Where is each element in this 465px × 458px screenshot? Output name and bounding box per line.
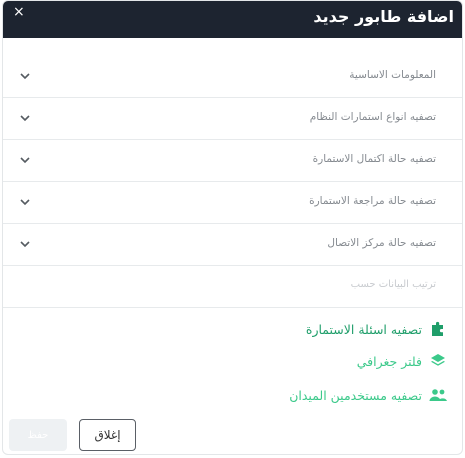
close-icon[interactable]: × <box>13 4 25 20</box>
field-users-filter-link[interactable]: تصفيه مستخدمين الميدان <box>289 384 448 406</box>
accordion-label: المعلومات الاساسية <box>349 69 436 81</box>
accordion-basic-info[interactable]: المعلومات الاساسية <box>3 56 462 98</box>
chevron-down-icon[interactable] <box>17 236 33 252</box>
link-label: فلتر جغرافي <box>356 353 422 369</box>
layers-icon <box>428 352 448 370</box>
close-button[interactable]: إغلاق <box>79 419 136 451</box>
chevron-down-icon[interactable] <box>17 68 33 84</box>
geo-filter-link[interactable]: فلتر جغرافي <box>357 350 448 372</box>
accordion-label: تصفيه حالة مركز الاتصال <box>327 237 436 249</box>
puzzle-icon <box>428 320 448 338</box>
chevron-down-icon[interactable] <box>17 110 33 126</box>
accordion-label: تصفيه حالة اكتمال الاستمارة <box>312 153 436 165</box>
chevron-down-icon[interactable] <box>17 194 33 210</box>
users-icon <box>428 386 448 404</box>
accordion-form-types[interactable]: تصفيه انواع استمارات النظام <box>3 98 462 140</box>
form-questions-filter-link[interactable]: تصفيه اسئلة الاستمارة <box>306 318 448 340</box>
sort-by-label[interactable]: ترتيب البيانات حسب <box>351 279 436 290</box>
dialog-title: اضافة طابور جديد <box>313 7 454 26</box>
divider <box>3 307 462 308</box>
dialog-header: × اضافة طابور جديد <box>3 1 462 38</box>
chevron-down-icon[interactable] <box>17 152 33 168</box>
accordion-call-center-status[interactable]: تصفيه حالة مركز الاتصال <box>3 224 462 266</box>
accordion-completion-status[interactable]: تصفيه حالة اكتمال الاستمارة <box>3 140 462 182</box>
add-queue-dialog: × اضافة طابور جديد المعلومات الاساسية تص… <box>2 0 463 455</box>
link-label: تصفيه مستخدمين الميدان <box>289 387 422 403</box>
save-button[interactable]: حفظ <box>9 419 67 451</box>
accordion-review-status[interactable]: تصفيه حالة مراجعة الاستمارة <box>3 182 462 224</box>
accordion-label: تصفيه حالة مراجعة الاستمارة <box>309 195 436 207</box>
link-label: تصفيه اسئلة الاستمارة <box>305 321 422 337</box>
accordion-label: تصفيه انواع استمارات النظام <box>309 111 436 123</box>
